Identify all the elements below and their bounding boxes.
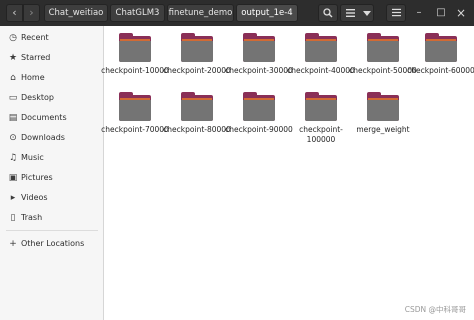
- pictures-icon: ▣: [8, 173, 18, 183]
- folder-name: checkpoint-40000: [287, 66, 355, 75]
- main-menu-button[interactable]: [386, 4, 406, 22]
- folder-icon: [305, 92, 337, 121]
- watermark: CSDN @中科哥哥: [404, 305, 466, 314]
- chevron-left-icon: ‹: [12, 6, 17, 19]
- documents-icon: ▤: [8, 113, 18, 123]
- sidebar-item-label: Pictures: [21, 173, 53, 182]
- sidebar-item-trash[interactable]: ▯ Trash: [0, 209, 103, 227]
- clock-icon: ◷: [9, 33, 17, 43]
- search-icon: [323, 8, 333, 18]
- sidebar-item-music[interactable]: ♫ Music: [0, 149, 103, 167]
- breadcrumb-output[interactable]: output_1e-4: [236, 4, 298, 22]
- folder-icon: [243, 92, 275, 121]
- folder-icon: [367, 92, 399, 121]
- sidebar-item-home[interactable]: ⌂ Home: [0, 69, 103, 87]
- sidebar-item-pictures[interactable]: ▣ Pictures: [0, 169, 103, 187]
- folder-name: merge_weight: [356, 125, 410, 134]
- folder-icon: [119, 33, 151, 62]
- home-icon: ⌂: [10, 73, 16, 83]
- folder-name: checkpoint-20000: [163, 66, 231, 75]
- downloads-icon: ⊙: [9, 133, 17, 143]
- trash-icon: ▯: [10, 213, 16, 223]
- search-button[interactable]: [318, 4, 338, 22]
- sidebar-divider: [6, 230, 98, 231]
- sidebar-item-starred[interactable]: ★ Starred: [0, 49, 103, 67]
- view-toggle-button[interactable]: [340, 4, 374, 22]
- view-dropdown-icon: [363, 11, 371, 16]
- star-icon: ★: [8, 53, 18, 63]
- folder-name: checkpoint-10000: [101, 66, 169, 75]
- sidebar-item-label: Home: [21, 73, 45, 82]
- header-bar: ‹ › Chat_weitiao ChatGLM3 finetune_demo …: [0, 0, 474, 26]
- sidebar-item-label: Videos: [21, 193, 48, 202]
- folder-icon: [425, 33, 457, 62]
- back-button[interactable]: ‹: [6, 4, 23, 22]
- sidebar-item-downloads[interactable]: ⊙ Downloads: [0, 129, 103, 147]
- desktop-icon: ▭: [8, 93, 18, 103]
- folder-icon: [367, 33, 399, 62]
- sidebar-item-label: Documents: [21, 113, 67, 122]
- sidebar-item-videos[interactable]: ▸ Videos: [0, 189, 103, 207]
- list-view-icon: [346, 9, 355, 17]
- minimize-button[interactable]: –: [412, 6, 426, 20]
- folder-icon: [181, 92, 213, 121]
- close-button[interactable]: ×: [454, 6, 468, 20]
- sidebar: ◷ Recent ★ Starred ⌂ Home ▭ Desktop ▤ Do…: [0, 26, 104, 320]
- hamburger-menu-icon: [391, 8, 401, 17]
- folder-icon: [305, 33, 337, 62]
- plus-icon: +: [9, 239, 17, 249]
- forward-button[interactable]: ›: [23, 4, 40, 22]
- folder-item[interactable]: checkpoint-70000: [101, 85, 169, 165]
- sidebar-item-recent[interactable]: ◷ Recent: [0, 29, 103, 47]
- sidebar-item-desktop[interactable]: ▭ Desktop: [0, 89, 103, 107]
- sidebar-item-label: Trash: [21, 213, 43, 222]
- folder-icon: [181, 33, 213, 62]
- breadcrumb-finetune-demo[interactable]: finetune_demo: [167, 4, 234, 22]
- folder-item[interactable]: checkpoint-90000: [225, 85, 293, 165]
- folder-name: checkpoint-80000: [163, 125, 231, 134]
- folder-icon: [119, 92, 151, 121]
- folder-name: checkpoint-30000: [225, 66, 293, 75]
- breadcrumb-chat-weitiao[interactable]: Chat_weitiao: [44, 4, 108, 22]
- sidebar-item-other-locations[interactable]: + Other Locations: [0, 235, 103, 253]
- breadcrumb-chatglm3[interactable]: ChatGLM3: [110, 4, 165, 22]
- music-icon: ♫: [8, 153, 18, 163]
- folder-name: checkpoint-100000: [299, 125, 343, 144]
- folder-item[interactable]: checkpoint-100000: [290, 85, 352, 165]
- videos-icon: ▸: [10, 193, 16, 203]
- folder-item[interactable]: checkpoint-60000: [407, 26, 474, 106]
- sidebar-item-documents[interactable]: ▤ Documents: [0, 109, 103, 127]
- folder-item[interactable]: merge_weight: [352, 85, 414, 165]
- folder-icon: [243, 33, 275, 62]
- file-grid: checkpoint-10000 checkpoint-20000 checkp…: [101, 26, 474, 320]
- folder-name: checkpoint-60000: [407, 66, 474, 75]
- folder-item[interactable]: checkpoint-80000: [163, 85, 231, 165]
- maximize-button[interactable]: □: [434, 6, 448, 20]
- folder-name: checkpoint-70000: [101, 125, 169, 134]
- chevron-right-icon: ›: [29, 6, 34, 19]
- folder-name: checkpoint-90000: [225, 125, 293, 134]
- sidebar-item-label: Other Locations: [21, 239, 85, 248]
- sidebar-item-label: Starred: [21, 53, 51, 62]
- sidebar-item-label: Recent: [21, 33, 49, 42]
- sidebar-item-label: Music: [21, 153, 44, 162]
- sidebar-item-label: Downloads: [21, 133, 65, 142]
- sidebar-item-label: Desktop: [21, 93, 54, 102]
